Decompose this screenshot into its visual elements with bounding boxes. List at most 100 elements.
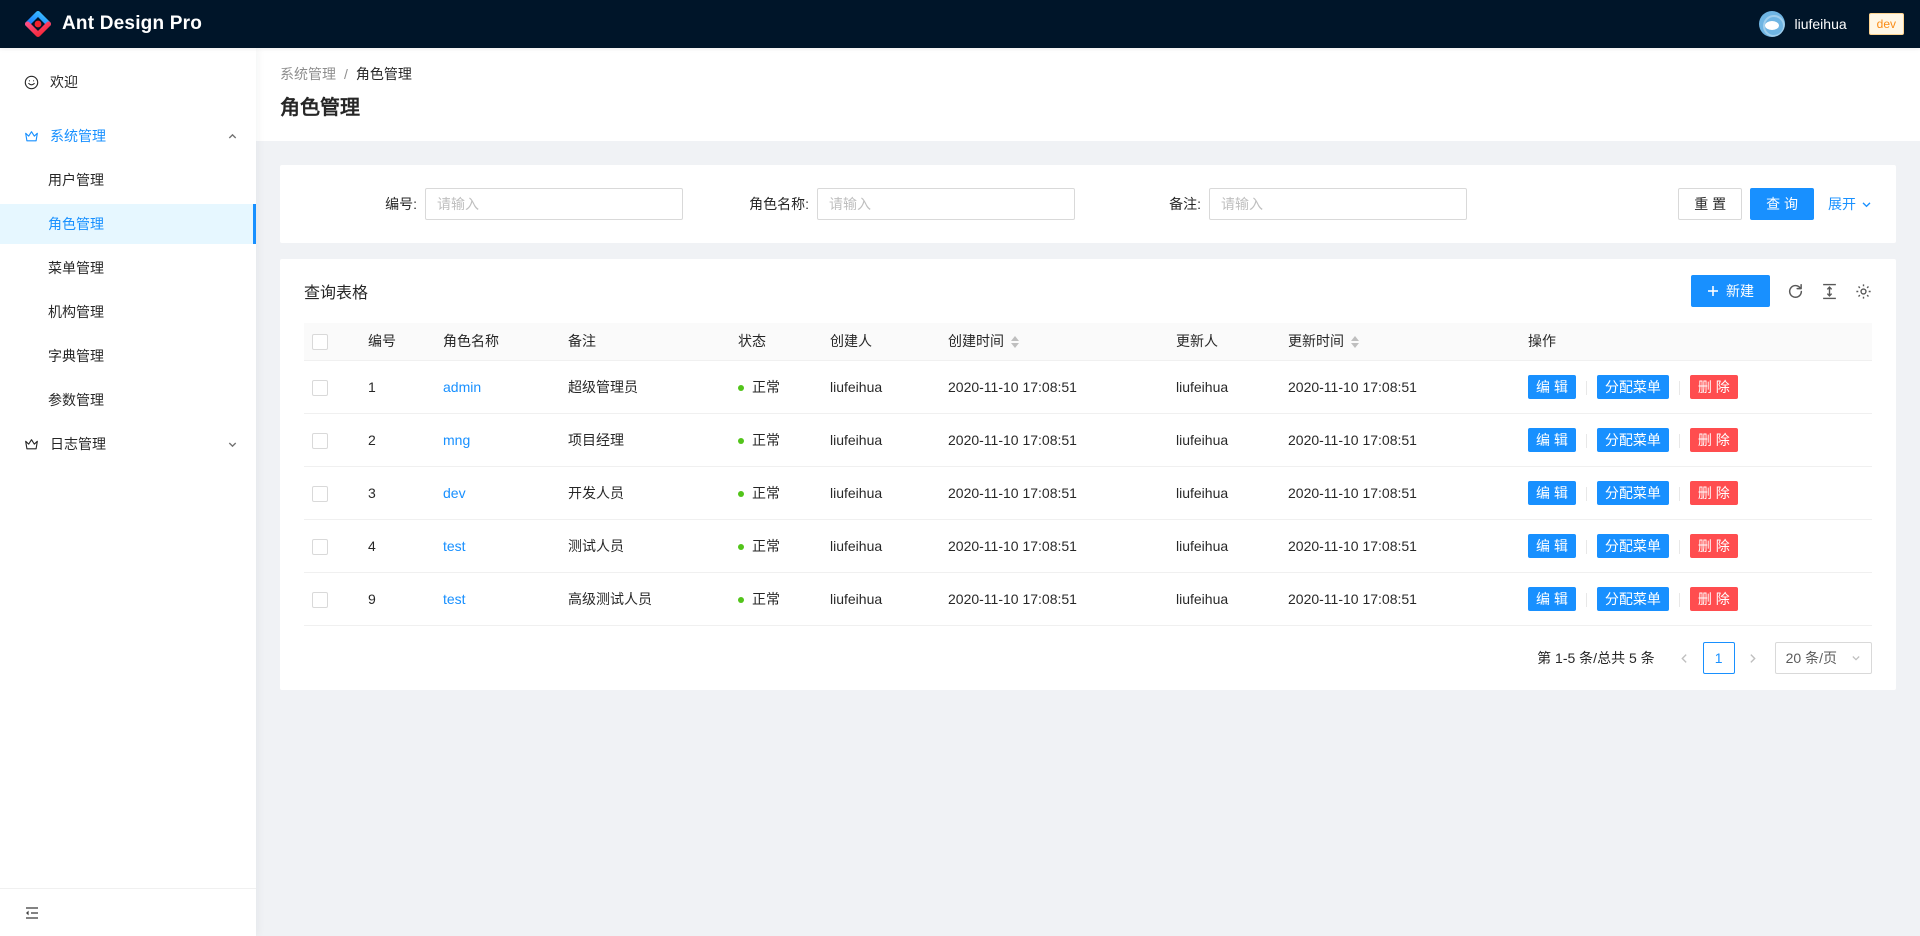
edit-button[interactable]: 编 辑 xyxy=(1528,375,1576,399)
action-divider xyxy=(1586,540,1587,554)
role-name-link[interactable]: test xyxy=(443,538,466,554)
column-height-icon[interactable] xyxy=(1821,283,1838,300)
expand-label: 展开 xyxy=(1828,194,1856,214)
create-button[interactable]: 新建 xyxy=(1691,275,1770,307)
user-avatar[interactable] xyxy=(1759,11,1785,37)
assign-menu-button[interactable]: 分配菜单 xyxy=(1597,534,1669,558)
roles-table: 编号 角色名称 备注 状态 创建人 创建时间 更新人 xyxy=(304,323,1872,626)
sidebar-item-label: 欢迎 xyxy=(50,72,78,92)
assign-menu-button[interactable]: 分配菜单 xyxy=(1597,428,1669,452)
table-row: 1 admin 超级管理员 正常 liufeihua 2020-11-10 17… xyxy=(304,361,1872,414)
role-name-link[interactable]: mng xyxy=(443,432,470,448)
reset-button[interactable]: 重 置 xyxy=(1678,188,1742,220)
page-1-button[interactable]: 1 xyxy=(1703,642,1735,674)
sort-created-at[interactable]: 创建时间 xyxy=(948,331,1019,352)
remark-cell: 开发人员 xyxy=(560,467,730,520)
assign-menu-button[interactable]: 分配菜单 xyxy=(1597,587,1669,611)
role-id-cell: 3 xyxy=(360,467,435,520)
page-size-value: 20 条/页 xyxy=(1786,648,1837,668)
expand-link[interactable]: 展开 xyxy=(1828,194,1872,214)
sorter-icon xyxy=(1011,336,1019,348)
assign-menu-button[interactable]: 分配菜单 xyxy=(1597,481,1669,505)
edit-button[interactable]: 编 辑 xyxy=(1528,534,1576,558)
col-id: 编号 xyxy=(360,323,435,361)
col-actions: 操作 xyxy=(1520,323,1872,361)
page-header: 系统管理 / 角色管理 角色管理 xyxy=(256,48,1920,141)
status-label: 正常 xyxy=(752,377,780,398)
brand-title: Ant Design Pro xyxy=(62,13,202,35)
sorter-icon xyxy=(1351,336,1359,348)
crown-icon xyxy=(24,129,39,144)
sort-updated-at[interactable]: 更新时间 xyxy=(1288,331,1359,352)
search-field-remark: 备注: xyxy=(1088,188,1480,220)
sidebar-item-menu-mgmt[interactable]: 菜单管理 xyxy=(0,248,256,288)
role-name-link[interactable]: admin xyxy=(443,379,481,395)
sidebar-item-welcome[interactable]: 欢迎 xyxy=(0,62,256,102)
sidebar-item-user-mgmt[interactable]: 用户管理 xyxy=(0,160,256,200)
delete-button[interactable]: 删 除 xyxy=(1690,481,1738,505)
sidebar-item-dict-mgmt[interactable]: 字典管理 xyxy=(0,336,256,376)
col-updater: 更新人 xyxy=(1168,323,1280,361)
search-actions: 重 置 查 询 展开 xyxy=(1480,188,1872,220)
action-divider xyxy=(1679,593,1680,607)
pagination-total: 第 1-5 条/总共 5 条 xyxy=(1537,648,1654,668)
select-all-checkbox[interactable] xyxy=(312,334,328,350)
delete-button[interactable]: 删 除 xyxy=(1690,428,1738,452)
id-input[interactable] xyxy=(425,188,683,220)
pagination: 第 1-5 条/总共 5 条 1 20 条/页 xyxy=(304,642,1872,674)
page-size-select[interactable]: 20 条/页 xyxy=(1775,642,1872,674)
account-menu[interactable]: liufeihua xyxy=(1747,11,1858,37)
sidebar-item-system-mgmt[interactable]: 系统管理 xyxy=(0,116,256,156)
query-button[interactable]: 查 询 xyxy=(1750,188,1814,220)
row-checkbox[interactable] xyxy=(312,380,328,396)
crown-icon xyxy=(24,437,39,452)
table-row: 4 test 测试人员 正常 liufeihua 2020-11-10 17:0… xyxy=(304,520,1872,573)
role-name-link[interactable]: dev xyxy=(443,485,466,501)
sidebar-item-log-mgmt[interactable]: 日志管理 xyxy=(0,424,256,464)
sidebar-item-label: 机构管理 xyxy=(48,302,104,322)
col-updated-at: 更新时间 xyxy=(1280,323,1520,361)
row-checkbox[interactable] xyxy=(312,539,328,555)
status-badge: 正常 xyxy=(738,483,780,504)
edit-button[interactable]: 编 辑 xyxy=(1528,481,1576,505)
table-card: 查询表格 新建 xyxy=(280,259,1896,690)
status-dot-icon xyxy=(738,491,744,497)
username: liufeihua xyxy=(1794,16,1846,32)
row-checkbox[interactable] xyxy=(312,592,328,608)
chevron-down-icon xyxy=(1861,199,1872,210)
status-badge: 正常 xyxy=(738,536,780,557)
updater-cell: liufeihua xyxy=(1168,573,1280,626)
next-page-button[interactable] xyxy=(1739,642,1767,674)
delete-button[interactable]: 删 除 xyxy=(1690,587,1738,611)
sidebar-item-role-mgmt[interactable]: 角色管理 xyxy=(0,204,256,244)
row-checkbox[interactable] xyxy=(312,486,328,502)
settings-icon[interactable] xyxy=(1855,283,1872,300)
prev-page-button[interactable] xyxy=(1671,642,1699,674)
edit-button[interactable]: 编 辑 xyxy=(1528,428,1576,452)
sidebar-collapse-trigger[interactable] xyxy=(0,888,256,936)
breadcrumb-parent[interactable]: 系统管理 xyxy=(280,64,336,84)
remark-label: 备注: xyxy=(1169,194,1201,214)
edit-button[interactable]: 编 辑 xyxy=(1528,587,1576,611)
app-logo-icon xyxy=(24,10,52,38)
row-checkbox[interactable] xyxy=(312,433,328,449)
delete-button[interactable]: 删 除 xyxy=(1690,534,1738,558)
sidebar-item-param-mgmt[interactable]: 参数管理 xyxy=(0,380,256,420)
role-id-cell: 2 xyxy=(360,414,435,467)
created-at-cell: 2020-11-10 17:08:51 xyxy=(940,467,1168,520)
action-divider xyxy=(1679,487,1680,501)
reload-icon[interactable] xyxy=(1787,283,1804,300)
role-name-link[interactable]: test xyxy=(443,591,466,607)
breadcrumb-current: 角色管理 xyxy=(356,64,412,84)
status-dot-icon xyxy=(738,438,744,444)
assign-menu-button[interactable]: 分配菜单 xyxy=(1597,375,1669,399)
role-name-label: 角色名称: xyxy=(749,194,809,214)
remark-cell: 测试人员 xyxy=(560,520,730,573)
table-row: 2 mng 项目经理 正常 liufeihua 2020-11-10 17:08… xyxy=(304,414,1872,467)
delete-button[interactable]: 删 除 xyxy=(1690,375,1738,399)
sidebar-item-org-mgmt[interactable]: 机构管理 xyxy=(0,292,256,332)
status-badge: 正常 xyxy=(738,430,780,451)
smile-icon xyxy=(24,75,39,90)
remark-input[interactable] xyxy=(1209,188,1467,220)
role-name-input[interactable] xyxy=(817,188,1075,220)
